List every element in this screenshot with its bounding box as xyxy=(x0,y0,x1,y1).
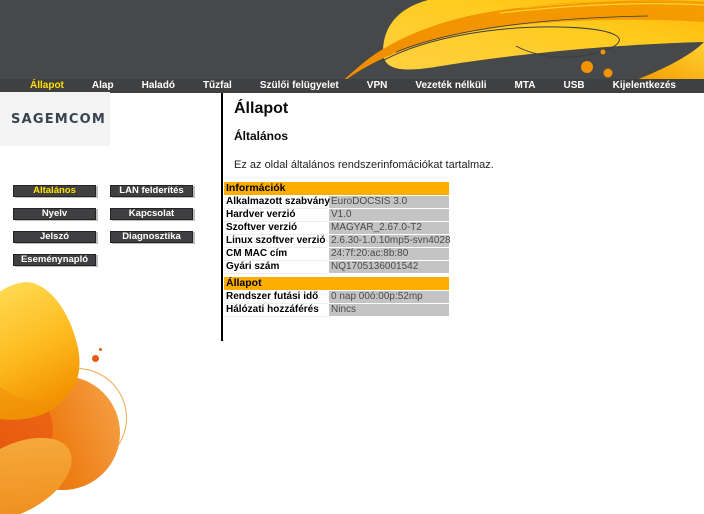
table-row: Szoftver verzió MAGYAR_2.67.0-T2 xyxy=(224,221,449,234)
table-row: Rendszer futási idő 0 nap 00ó:00p:52mp xyxy=(224,290,449,303)
row-label: CM MAC cím xyxy=(224,247,328,260)
flower-back-petal xyxy=(0,283,89,434)
banner-swoosh-art xyxy=(0,0,704,79)
status-table-header: Állapot xyxy=(224,277,449,290)
row-value: EuroDOCSIS 3.0 xyxy=(328,195,449,208)
row-label: Alkalmazott szabvány xyxy=(224,195,328,208)
flower-front-petal xyxy=(0,274,88,414)
flower-dot-large xyxy=(92,355,99,362)
banner-dot-medium xyxy=(604,69,613,78)
page-subtitle: Általános xyxy=(234,129,694,143)
flower-bottom-petal xyxy=(0,423,85,514)
row-label: Rendszer futási idő xyxy=(224,290,328,303)
row-value: Nincs xyxy=(328,303,449,316)
banner-dot-small xyxy=(601,50,606,55)
banner xyxy=(0,0,704,79)
info-table: Információk Alkalmazott szabvány EuroDOC… xyxy=(224,182,449,274)
flower-art xyxy=(0,295,190,514)
page-description: Ez az oldal általános rendszerinfomációk… xyxy=(234,159,694,171)
nav-item-szuloi-felugyelet[interactable]: Szülői felügyelet xyxy=(260,79,339,93)
row-label: Hardver verzió xyxy=(224,208,328,221)
row-value: 0 nap 00ó:00p:52mp xyxy=(328,290,449,303)
nav-item-usb[interactable]: USB xyxy=(563,79,584,93)
row-value: MAGYAR_2.67.0-T2 xyxy=(328,221,449,234)
sidebar-button-diagnosztika[interactable]: Diagnosztika xyxy=(110,231,193,243)
sidebar-button-lan-felderites[interactable]: LAN felderítés xyxy=(110,185,193,197)
flower-ring xyxy=(27,368,127,468)
row-value: V1.0 xyxy=(328,208,449,221)
page-title: Állapot xyxy=(234,100,694,118)
nav-item-kijelentkezes[interactable]: Kijelentkezés xyxy=(613,79,676,93)
sidebar-button-jelszo[interactable]: Jelszó xyxy=(13,231,96,243)
row-label: Gyári szám xyxy=(224,260,328,273)
row-value: 24:7f:20:ac:8b:80 xyxy=(328,247,449,260)
table-row: Linux szoftver verzió 2.6.30-1.0.10mp5-s… xyxy=(224,234,449,247)
info-table-header: Információk xyxy=(224,182,449,195)
row-label: Linux szoftver verzió xyxy=(224,234,328,247)
content-divider xyxy=(221,93,223,341)
nav-item-halado[interactable]: Haladó xyxy=(142,79,175,93)
row-label: Szoftver verzió xyxy=(224,221,328,234)
table-row: Alkalmazott szabvány EuroDOCSIS 3.0 xyxy=(224,195,449,208)
main-nav: Állapot Alap Haladó Tűzfal Szülői felügy… xyxy=(0,79,704,93)
sidebar-button-altalanos[interactable]: Általános xyxy=(13,185,96,197)
table-row: CM MAC cím 24:7f:20:ac:8b:80 xyxy=(224,247,449,260)
flower-red-blob xyxy=(0,385,53,475)
nav-item-vpn[interactable]: VPN xyxy=(367,79,388,93)
router-admin-page: Állapot Alap Haladó Tűzfal Szülői felügy… xyxy=(0,0,704,514)
flower-orange-circle xyxy=(6,376,120,490)
sidebar-menu: Általános LAN felderítés Nyelv Kapcsolat… xyxy=(13,185,198,266)
sidebar-button-nyelv[interactable]: Nyelv xyxy=(13,208,96,220)
row-value: NQ1705136001542 xyxy=(328,260,449,273)
row-value: 2.6.30-1.0.10mp5-svn4028 xyxy=(328,234,449,247)
logo-box: Sagemcom xyxy=(0,92,110,146)
main-content: Állapot Általános Ez az oldal általános … xyxy=(234,100,694,183)
nav-item-tuzfal[interactable]: Tűzfal xyxy=(203,79,232,93)
row-label: Hálózati hozzáférés xyxy=(224,303,328,316)
nav-item-mta[interactable]: MTA xyxy=(515,79,536,93)
sagemcom-logo: Sagemcom xyxy=(11,112,106,127)
table-row: Gyári szám NQ1705136001542 xyxy=(224,260,449,273)
banner-dot-large xyxy=(581,61,593,73)
status-table: Állapot Rendszer futási idő 0 nap 00ó:00… xyxy=(224,277,449,317)
flower-dot-small xyxy=(99,348,102,351)
sidebar-button-kapcsolat[interactable]: Kapcsolat xyxy=(110,208,193,220)
nav-item-allapot[interactable]: Állapot xyxy=(30,79,64,93)
nav-item-vezetek-nelkuli[interactable]: Vezeték nélküli xyxy=(415,79,486,93)
table-row: Hardver verzió V1.0 xyxy=(224,208,449,221)
table-row: Hálózati hozzáférés Nincs xyxy=(224,303,449,316)
sidebar-button-esemenynaplo[interactable]: Eseménynapló xyxy=(13,254,96,266)
nav-item-alap[interactable]: Alap xyxy=(92,79,114,93)
